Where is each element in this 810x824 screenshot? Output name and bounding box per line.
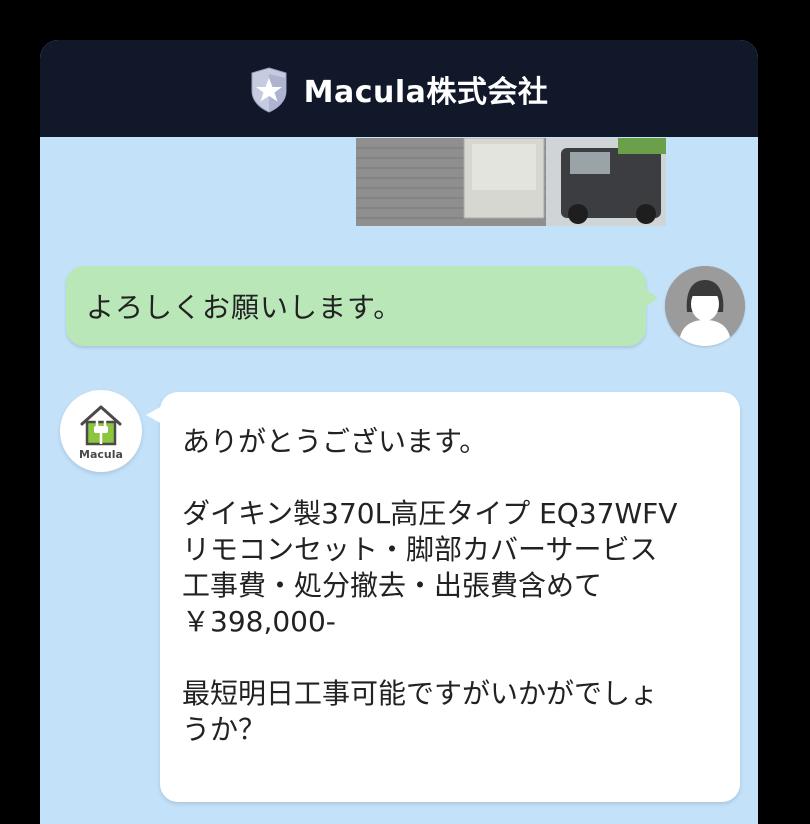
message-line: ダイキン製370L高圧タイプ EQ37WFV <box>182 497 678 530</box>
message-line: リモコンセット・脚部カバーサービス <box>182 533 658 566</box>
message-line: 最短明日工事可能ですがいかがでしょ <box>182 677 659 710</box>
message-line: 工事費・処分撤去・出張費含めて <box>182 569 603 602</box>
company-brand-label: Macula <box>79 448 123 461</box>
chat-screen: Macula株式会社 よろしくお願いします。 Macula ありがとうございます… <box>40 40 758 824</box>
house-plug-logo-icon[interactable]: Macula <box>60 390 142 472</box>
company-message-body: ありがとうございます。 ダイキン製370L高圧タイプ EQ37WFV リモコンセ… <box>182 424 732 748</box>
message-line: うか？ <box>182 713 267 746</box>
company-name-title: Macula株式会社 <box>303 74 549 110</box>
device-frame: Macula株式会社 よろしくお願いします。 Macula ありがとうございます… <box>0 0 810 824</box>
person-avatar-icon[interactable] <box>665 266 745 346</box>
user-bubble-tail <box>644 288 658 308</box>
chat-header: Macula株式会社 <box>40 40 758 137</box>
user-message-text: よろしくお願いします。 <box>86 291 403 324</box>
company-bubble-tail <box>146 406 162 424</box>
star-shield-icon <box>251 66 287 113</box>
company-message-bubble: ありがとうございます。 ダイキン製370L高圧タイプ EQ37WFV リモコンセ… <box>146 392 740 802</box>
price-line: ￥398,000- <box>182 605 336 638</box>
message-line: ありがとうございます。 <box>182 425 488 458</box>
shared-photo[interactable] <box>356 138 666 226</box>
user-message-bubble: よろしくお願いします。 <box>66 266 658 346</box>
